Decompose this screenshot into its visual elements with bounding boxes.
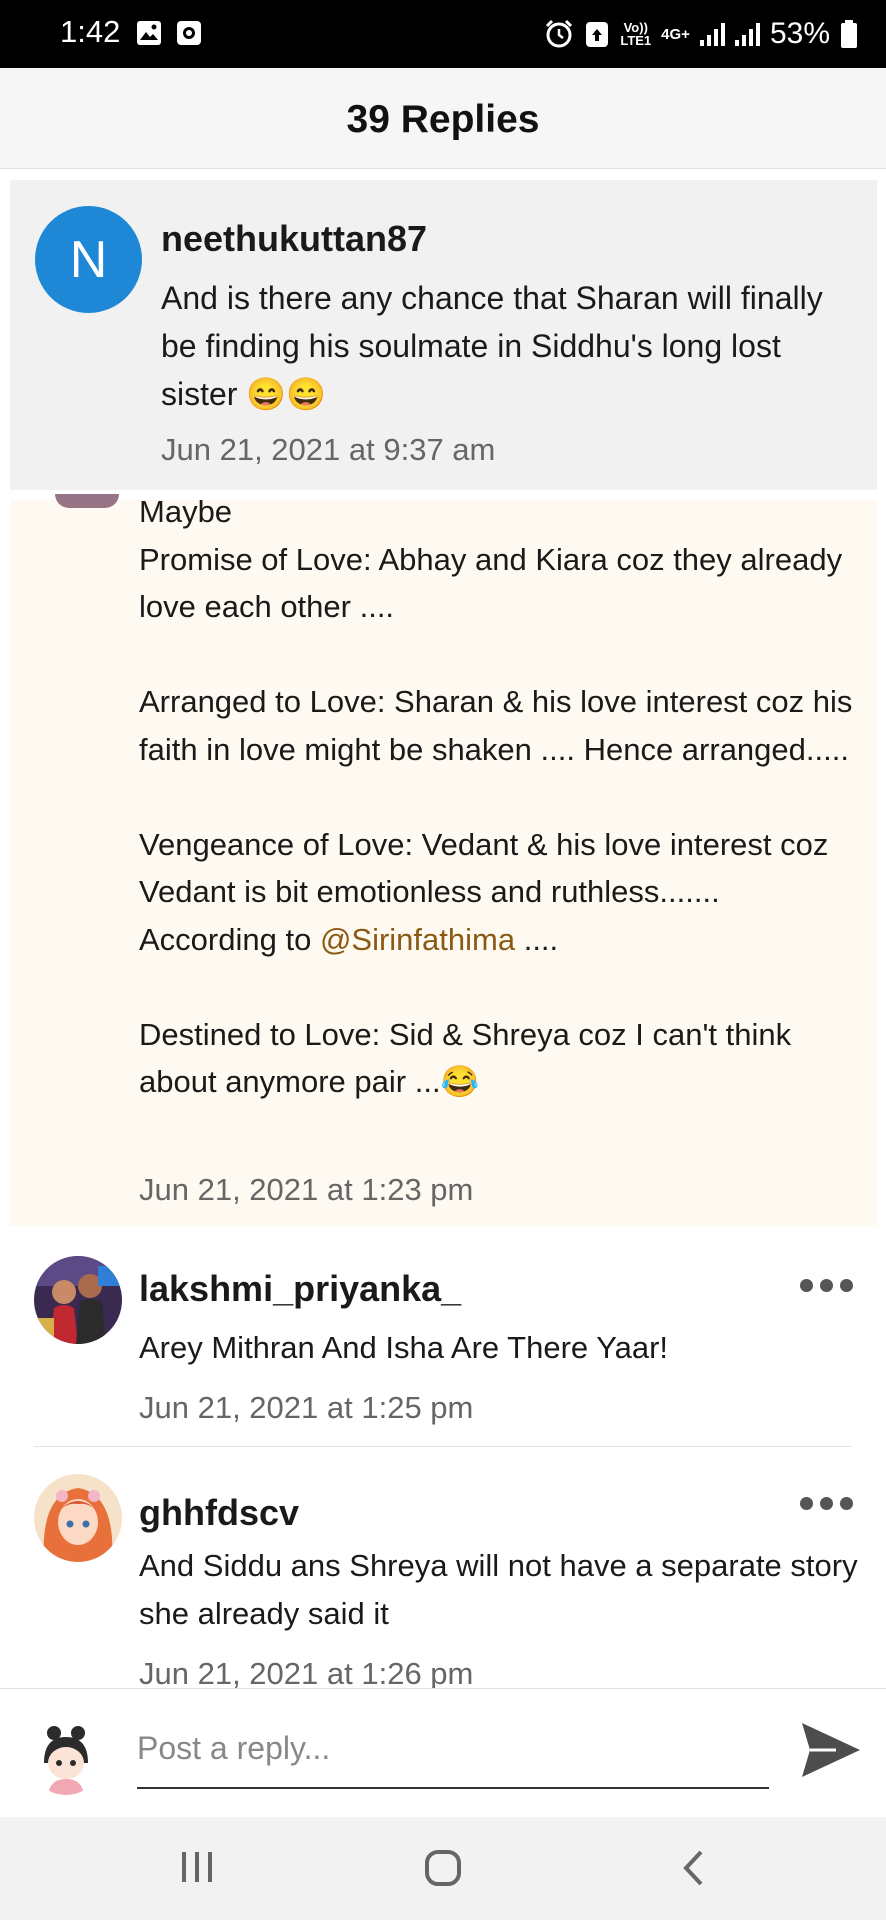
comment-date: Jun 21, 2021 at 9:37 am — [161, 432, 496, 467]
volte-indicator: Vo)) LTE1 — [620, 21, 651, 47]
signal-strength-icon — [699, 22, 725, 46]
reply-date: Jun 21, 2021 at 1:26 pm — [139, 1656, 474, 1691]
network-type: 4G+ — [661, 25, 690, 43]
highlighted-reply: Maybe Promise of Love: Abhay and Kiara c… — [10, 494, 877, 1226]
signal-strength-icon-2 — [734, 22, 760, 46]
alarm-icon — [546, 19, 573, 48]
user-photo — [34, 1474, 122, 1562]
avatar[interactable] — [55, 494, 119, 508]
data-saver-icon — [586, 22, 609, 47]
comment-text: And is there any chance that Sharan will… — [161, 280, 823, 412]
avatar[interactable] — [34, 1256, 122, 1344]
reply-text: Arey Mithran And Isha Are There Yaar! — [139, 1330, 669, 1365]
system-navigation-bar — [0, 1817, 886, 1920]
avatar — [30, 1723, 102, 1795]
reply-text: And Siddu ans Shreya will not have a sep… — [139, 1548, 858, 1631]
user-photo — [30, 1723, 102, 1795]
comment-username[interactable]: neethukuttan87 — [161, 218, 427, 260]
reply-username[interactable]: lakshmi_priyanka_ — [139, 1268, 461, 1310]
avatar[interactable]: N — [35, 206, 142, 313]
parent-comment: N neethukuttan87 And is there any chance… — [10, 180, 877, 490]
more-horizontal-icon[interactable] — [800, 1497, 853, 1510]
replies-header: 39 Replies — [0, 68, 886, 169]
home-icon[interactable] — [424, 1849, 462, 1887]
user-photo — [34, 1256, 122, 1344]
screen-record-notification-icon — [177, 21, 201, 45]
back-icon[interactable] — [680, 1849, 706, 1887]
divider — [34, 1446, 852, 1447]
recent-apps-icon[interactable] — [180, 1849, 214, 1885]
send-icon[interactable] — [800, 1721, 862, 1779]
page-title: 39 Replies — [346, 98, 540, 141]
reply-composer — [0, 1688, 886, 1817]
more-horizontal-icon[interactable] — [800, 1279, 853, 1292]
reply-username[interactable]: ghhfdscv — [139, 1492, 299, 1534]
lte-label: LTE1 — [620, 33, 652, 48]
battery-icon — [841, 20, 857, 48]
battery-percentage: 53% — [769, 17, 830, 50]
reply-text: Maybe Promise of Love: Abhay and Kiara c… — [139, 488, 874, 1106]
reply-text-part: Maybe Promise of Love: Abhay and Kiara c… — [139, 494, 853, 957]
gallery-notification-icon — [137, 21, 161, 45]
status-time: 1:42 — [60, 14, 121, 49]
reply-input[interactable] — [137, 1709, 769, 1789]
reply-date: Jun 21, 2021 at 1:23 pm — [139, 1172, 474, 1207]
avatar[interactable] — [34, 1474, 122, 1562]
status-bar: 1:42 Vo)) LTE1 4G+ 53% — [0, 0, 886, 68]
reply-date: Jun 21, 2021 at 1:25 pm — [139, 1390, 474, 1425]
mention-link[interactable]: @Sirinfathima — [320, 922, 515, 957]
